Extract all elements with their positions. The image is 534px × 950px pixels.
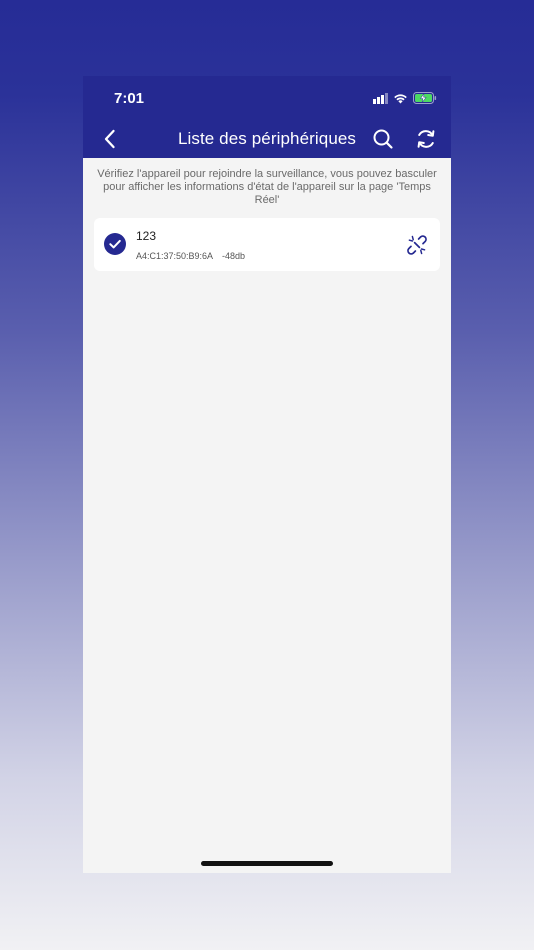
top-bar: 7:01 Liste des périphériques — [83, 76, 451, 158]
search-icon[interactable] — [372, 128, 394, 150]
device-name: 123 — [136, 229, 157, 243]
device-mac-address: A4:C1:37:50:B9:6A — [136, 251, 214, 261]
wifi-icon — [394, 93, 407, 103]
device-signal-strength: -48db — [222, 251, 246, 261]
signal-icon — [373, 92, 388, 104]
device-list-item[interactable]: 123 A4:C1:37:50:B9:6A -48db — [94, 218, 440, 271]
refresh-icon[interactable] — [415, 128, 437, 150]
status-time: 7:01 — [114, 90, 145, 107]
app-screen: 7:01 Liste des périphériques Vérifiez l'… — [83, 76, 451, 873]
battery-icon — [413, 92, 437, 104]
checkmark-icon[interactable] — [104, 233, 126, 255]
home-indicator[interactable] — [201, 861, 333, 866]
instruction-text: Vérifiez l'appareil pour rejoindre la su… — [97, 168, 437, 206]
page-title: Liste des périphériques — [177, 129, 357, 148]
status-icons — [373, 91, 437, 105]
unlink-icon[interactable] — [406, 234, 428, 256]
